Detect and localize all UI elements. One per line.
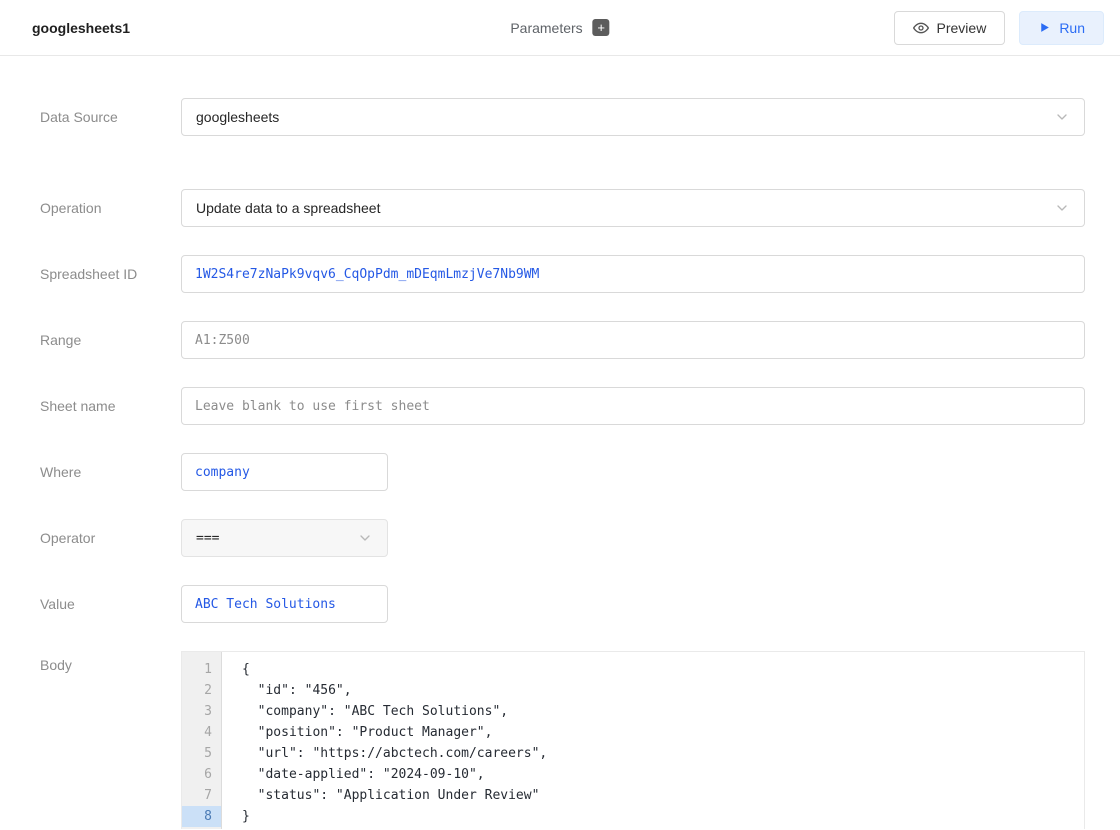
body-label: Body — [40, 651, 181, 673]
line-number: 7 — [182, 785, 221, 806]
value-label: Value — [40, 596, 181, 612]
field-row-spreadsheet-id: Spreadsheet ID — [40, 255, 1085, 293]
run-button[interactable]: Run — [1019, 11, 1104, 45]
data-source-value: googlesheets — [196, 109, 279, 125]
chevron-down-icon — [1054, 109, 1070, 125]
line-number: 5 — [182, 743, 221, 764]
value-input[interactable] — [181, 585, 388, 623]
preview-button[interactable]: Preview — [894, 11, 1006, 45]
code-gutter: 1 2 3 4 5 6 7 8 — [182, 652, 222, 829]
play-icon — [1038, 21, 1051, 34]
preview-button-label: Preview — [937, 20, 987, 36]
parameters-label: Parameters — [510, 20, 582, 36]
field-row-where: Where — [40, 453, 1085, 491]
step-title: googlesheets1 — [32, 20, 130, 36]
spreadsheet-id-input[interactable] — [181, 255, 1085, 293]
sheet-name-input[interactable] — [181, 387, 1085, 425]
run-button-label: Run — [1059, 20, 1085, 36]
code-line[interactable]: "id": "456", — [242, 680, 1084, 701]
where-input[interactable] — [181, 453, 388, 491]
operation-label: Operation — [40, 200, 181, 216]
field-row-sheet-name: Sheet name — [40, 387, 1085, 425]
line-number: 2 — [182, 680, 221, 701]
header: googlesheets1 Parameters + Preview Run — [0, 0, 1120, 56]
operator-label: Operator — [40, 530, 181, 546]
code-line[interactable]: "date-applied": "2024-09-10", — [242, 764, 1084, 785]
line-number: 4 — [182, 722, 221, 743]
add-parameter-button[interactable]: + — [593, 19, 610, 36]
field-row-value: Value — [40, 585, 1085, 623]
sheet-name-label: Sheet name — [40, 398, 181, 414]
spreadsheet-id-label: Spreadsheet ID — [40, 266, 181, 282]
field-row-operation: Operation Update data to a spreadsheet — [40, 189, 1085, 227]
code-line[interactable]: "url": "https://abctech.com/careers", — [242, 743, 1084, 764]
code-line[interactable]: "position": "Product Manager", — [242, 722, 1084, 743]
data-source-label: Data Source — [40, 109, 181, 125]
line-number: 6 — [182, 764, 221, 785]
range-label: Range — [40, 332, 181, 348]
code-line[interactable]: "company": "ABC Tech Solutions", — [242, 701, 1084, 722]
field-row-range: Range — [40, 321, 1085, 359]
parameters-form: Data Source googlesheets Operation Updat… — [0, 56, 1120, 829]
code-line[interactable]: } — [242, 806, 1084, 827]
chevron-down-icon — [1054, 200, 1070, 216]
code-line[interactable]: "status": "Application Under Review" — [242, 785, 1084, 806]
code-line[interactable]: { — [242, 659, 1084, 680]
chevron-down-icon — [357, 530, 373, 546]
data-source-select[interactable]: googlesheets — [181, 98, 1085, 136]
field-row-data-source: Data Source googlesheets — [40, 98, 1085, 136]
line-number: 3 — [182, 701, 221, 722]
operator-select[interactable]: === — [181, 519, 388, 557]
operator-value: === — [196, 531, 219, 546]
operation-value: Update data to a spreadsheet — [196, 200, 380, 216]
where-label: Where — [40, 464, 181, 480]
code-area[interactable]: { "id": "456", "company": "ABC Tech Solu… — [222, 652, 1084, 829]
field-row-operator: Operator === — [40, 519, 1085, 557]
parameters-section: Parameters + — [510, 19, 609, 36]
line-number-active: 8 — [182, 806, 221, 827]
operation-select[interactable]: Update data to a spreadsheet — [181, 189, 1085, 227]
field-row-body: Body 1 2 3 4 5 6 7 8 { "id": "456", "com… — [40, 651, 1085, 829]
body-code-editor[interactable]: 1 2 3 4 5 6 7 8 { "id": "456", "company"… — [181, 651, 1085, 829]
header-actions: Preview Run — [894, 11, 1104, 45]
eye-icon — [913, 20, 929, 36]
line-number: 1 — [182, 659, 221, 680]
range-input[interactable] — [181, 321, 1085, 359]
